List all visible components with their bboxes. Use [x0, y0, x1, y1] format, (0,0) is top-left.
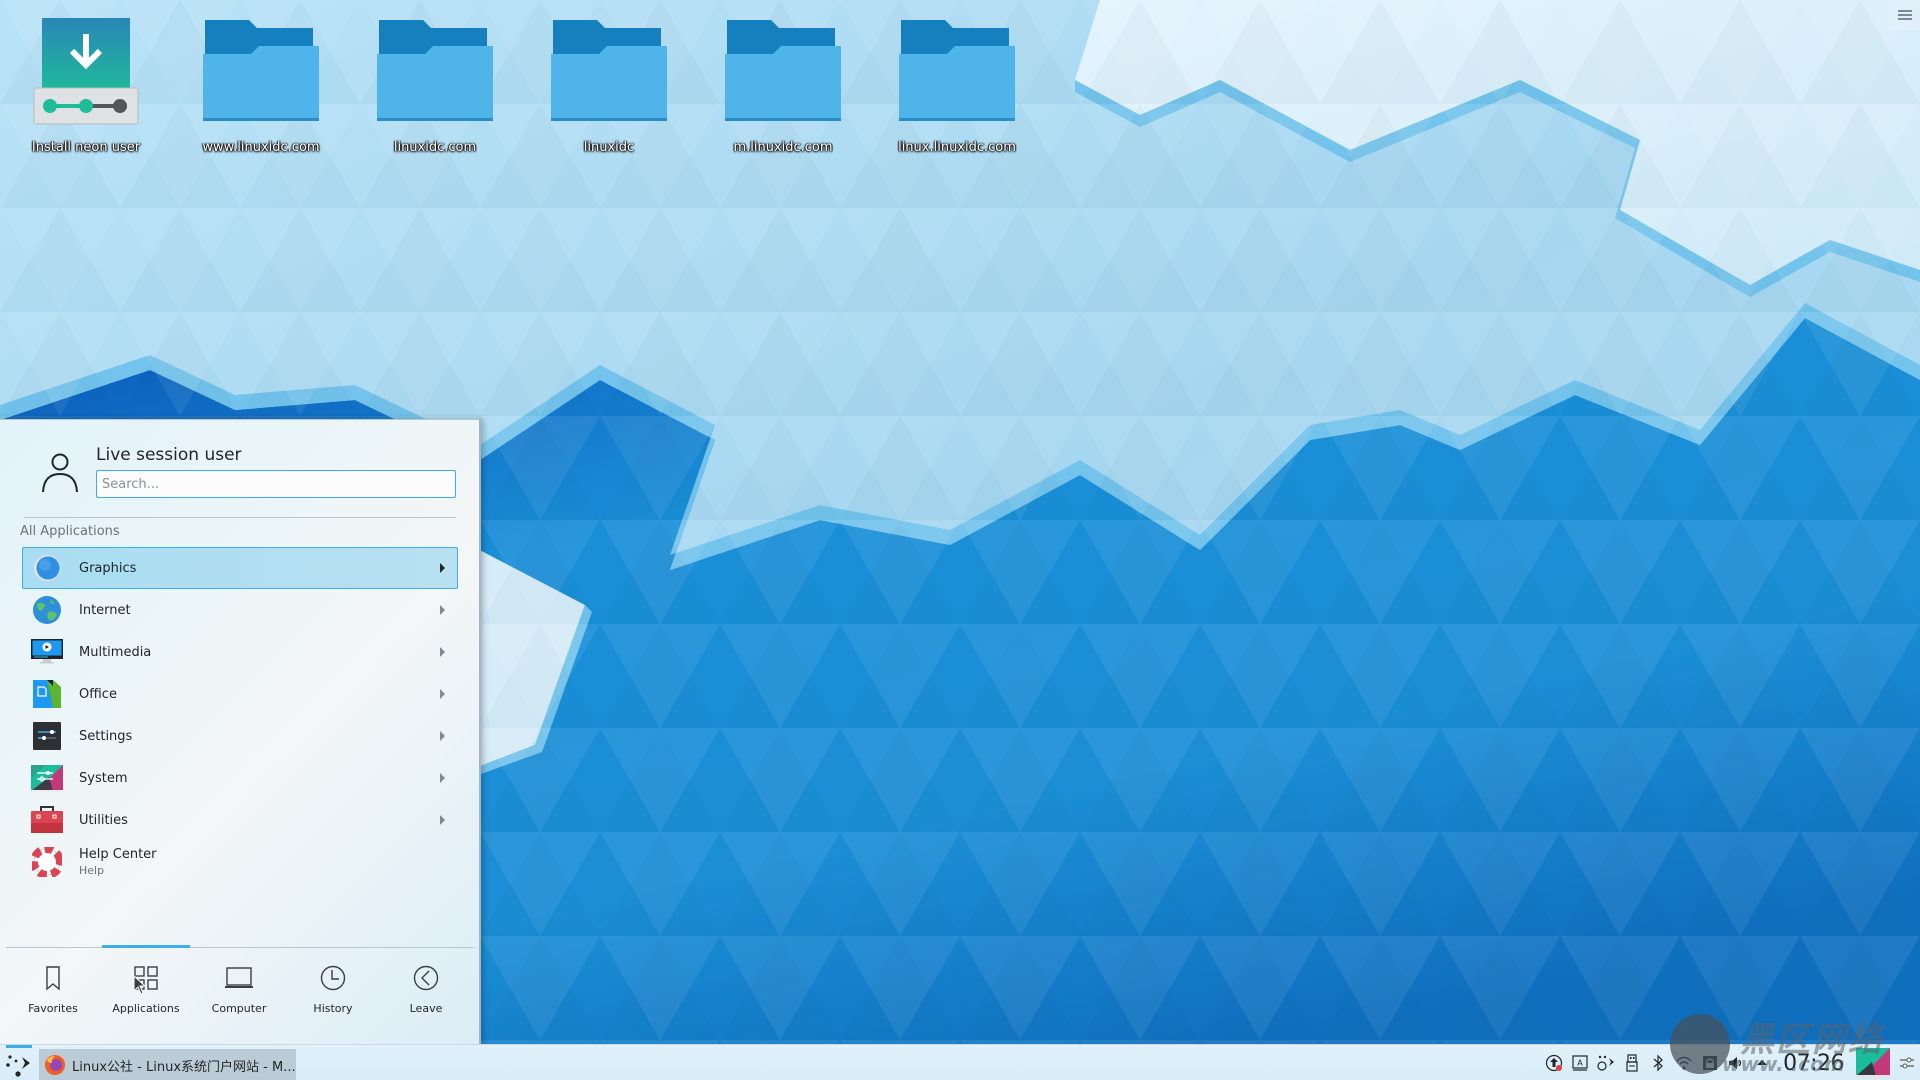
- app-category-multimedia[interactable]: Multimedia: [22, 631, 458, 673]
- submenu-arrow-icon: [440, 563, 445, 573]
- submenu-arrow-icon: [440, 731, 445, 741]
- wifi-icon[interactable]: [1675, 1054, 1693, 1072]
- app-category-system[interactable]: System: [22, 757, 458, 799]
- desktop-icon-label: linuxidc: [583, 140, 635, 155]
- taskbar: Linux公社 - Linux系统门户网站 - M... A 07:26: [0, 1044, 1920, 1080]
- app-help-center[interactable]: Help Center Help: [22, 841, 458, 883]
- app-category-label: Office: [79, 686, 117, 702]
- selected-tab-indicator: [102, 945, 190, 948]
- active-indicator: [6, 1045, 32, 1048]
- submenu-arrow-icon: [440, 689, 445, 699]
- tabs-divider: [6, 947, 474, 948]
- app-category-label: Utilities: [79, 812, 128, 828]
- desktop-icon-label: m.linuxidc.com: [733, 140, 833, 155]
- launcher-tabs: Favorites Applications Computer History …: [0, 952, 481, 1042]
- tab-label: Leave: [409, 1002, 443, 1015]
- app-category-graphics[interactable]: Graphics: [22, 547, 458, 589]
- back-circle-icon: [413, 965, 439, 991]
- tab-favorites[interactable]: Favorites: [7, 952, 99, 1032]
- installer-icon: [21, 14, 151, 126]
- tab-label: History: [313, 1002, 353, 1015]
- app-category-label: Settings: [79, 728, 133, 744]
- tab-label: Favorites: [28, 1002, 78, 1015]
- bluetooth-icon[interactable]: [1649, 1054, 1667, 1072]
- tab-computer[interactable]: Computer: [193, 952, 285, 1032]
- application-launcher-button[interactable]: [4, 1045, 32, 1080]
- graphics-icon: [31, 552, 63, 584]
- desktop-icon-folder[interactable]: linux.linuxidc.com: [882, 14, 1032, 155]
- usb-device-icon[interactable]: [1623, 1054, 1641, 1072]
- desktop-icon-folder[interactable]: www.linuxidc.com: [186, 14, 336, 155]
- desktop-icon-label: linuxidc.com: [393, 140, 477, 155]
- app-category-office[interactable]: Office: [22, 673, 458, 715]
- desktop-toolbox-button[interactable]: [1890, 0, 1920, 30]
- folder-icon: [718, 14, 848, 126]
- submenu-arrow-icon: [440, 647, 445, 657]
- svg-text:A: A: [1577, 1059, 1583, 1068]
- desktop-icon-folder[interactable]: linuxidc.com: [360, 14, 510, 155]
- user-name: Live session user: [96, 445, 242, 465]
- office-icon: [31, 678, 63, 710]
- app-category-label: Graphics: [79, 560, 137, 576]
- mouse-cursor-icon: [133, 975, 147, 995]
- lock-icon[interactable]: [1701, 1054, 1719, 1072]
- desktop-icon-label: linux.linuxidc.com: [898, 140, 1016, 155]
- application-launcher: Live session user All Applications Graph…: [0, 419, 481, 1044]
- desktop-icon-label: Install neon user: [31, 140, 141, 155]
- show-desktop-icon[interactable]: [1856, 1048, 1890, 1078]
- utilities-icon: [31, 804, 63, 836]
- app-label: Help Center: [79, 847, 157, 862]
- hamburger-icon: [1898, 8, 1912, 22]
- section-title: All Applications: [20, 524, 120, 539]
- volume-icon[interactable]: [1727, 1054, 1745, 1072]
- internet-icon: [31, 594, 63, 626]
- update-icon[interactable]: [1545, 1054, 1563, 1072]
- app-category-settings[interactable]: Settings: [22, 715, 458, 757]
- desktop-icon-folder[interactable]: m.linuxidc.com: [708, 14, 858, 155]
- firefox-icon: [45, 1055, 65, 1075]
- folder-icon: [892, 14, 1022, 126]
- system-icon: [31, 762, 63, 794]
- digital-clock[interactable]: 07:26: [1783, 1051, 1844, 1076]
- desktop-icon-label: www.linuxidc.com: [202, 140, 320, 155]
- desktop-icon-folder[interactable]: linuxidc: [534, 14, 684, 155]
- tab-label: Computer: [211, 1002, 267, 1015]
- divider: [24, 517, 456, 518]
- task-firefox[interactable]: Linux公社 - Linux系统门户网站 - M...: [39, 1049, 296, 1080]
- tab-leave[interactable]: Leave: [380, 952, 472, 1032]
- tab-history[interactable]: History: [287, 952, 379, 1032]
- kickoff-icon: [6, 1055, 30, 1077]
- expand-tray-icon[interactable]: [1753, 1054, 1771, 1072]
- kde-connect-icon[interactable]: [1597, 1054, 1615, 1072]
- bookmark-icon: [46, 966, 60, 991]
- system-tray: A 07:26: [1541, 1045, 1920, 1080]
- app-category-internet[interactable]: Internet: [22, 589, 458, 631]
- app-category-list: Graphics Internet Multimedia Office Sett…: [22, 547, 458, 883]
- search-input[interactable]: [96, 470, 456, 498]
- app-category-utilities[interactable]: Utilities: [22, 799, 458, 841]
- folder-icon: [370, 14, 500, 126]
- help-icon: [31, 846, 63, 878]
- submenu-arrow-icon: [440, 605, 445, 615]
- folder-icon: [544, 14, 674, 126]
- folder-icon: [196, 14, 326, 126]
- desktop-icon-install-neon[interactable]: Install neon user: [11, 14, 161, 155]
- input-method-icon[interactable]: A: [1571, 1054, 1589, 1072]
- submenu-arrow-icon: [440, 773, 445, 783]
- app-sublabel: Help: [79, 864, 105, 877]
- multimedia-icon: [31, 636, 63, 668]
- app-category-label: System: [79, 770, 128, 786]
- user-avatar-icon: [42, 453, 78, 493]
- task-label: Linux公社 - Linux系统门户网站 - M...: [72, 1059, 296, 1075]
- tab-label: Applications: [112, 1002, 180, 1015]
- submenu-arrow-icon: [440, 815, 445, 825]
- clock-icon: [320, 965, 346, 991]
- panel-settings-icon[interactable]: [1898, 1054, 1916, 1072]
- app-category-label: Multimedia: [79, 644, 152, 660]
- laptop-icon: [225, 967, 253, 988]
- app-category-label: Internet: [79, 602, 131, 618]
- settings-icon: [31, 720, 63, 752]
